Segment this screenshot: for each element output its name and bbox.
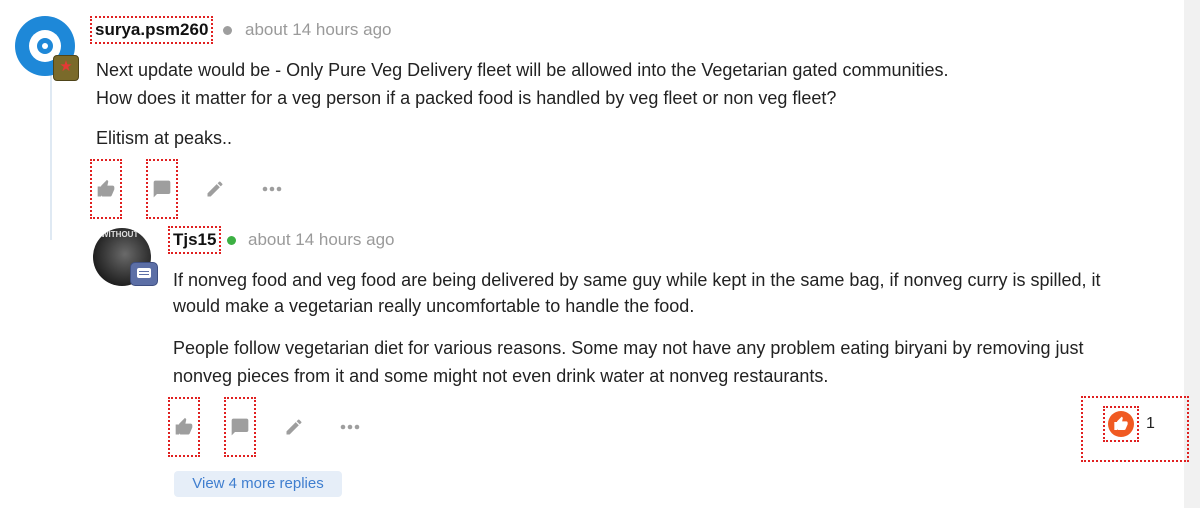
comment-text: nonveg pieces from it and some might not… — [173, 366, 829, 386]
username[interactable]: surya.psm260 — [89, 16, 214, 44]
reaction-count[interactable]: 1 — [1146, 414, 1155, 434]
comment-text: If nonveg food and veg food are being de… — [173, 270, 1101, 290]
reaction-button[interactable] — [1103, 406, 1139, 442]
reply-button[interactable] — [224, 397, 256, 457]
pencil-icon — [207, 181, 223, 197]
rank-badge-icon: ★ — [53, 55, 79, 81]
comment-text: People follow vegetarian diet for variou… — [173, 338, 1084, 358]
edit-button[interactable] — [203, 177, 227, 201]
like-button[interactable] — [168, 397, 200, 457]
status-dot — [223, 26, 232, 35]
comment-text: How does it matter for a veg person if a… — [96, 88, 837, 108]
like-button[interactable] — [90, 159, 122, 219]
comment-icon — [231, 418, 249, 436]
more-button[interactable] — [260, 179, 284, 199]
more-horizontal-icon — [262, 186, 282, 192]
online-status-dot — [227, 236, 236, 245]
comment-text: Next update would be - Only Pure Veg Del… — [96, 60, 949, 80]
timestamp[interactable]: about 14 hours ago — [248, 229, 395, 251]
pencil-icon — [286, 419, 302, 435]
comment-text: Elitism at peaks.. — [96, 128, 233, 148]
more-horizontal-icon — [340, 424, 360, 430]
timestamp[interactable]: about 14 hours ago — [245, 19, 392, 41]
username[interactable]: Tjs15 — [167, 226, 222, 254]
message-badge-icon — [130, 262, 158, 286]
comment-text: would make a vegetarian really uncomfort… — [173, 296, 695, 316]
comment-icon — [153, 180, 171, 198]
thumbs-up-icon — [97, 179, 115, 197]
thread-line — [50, 70, 52, 240]
thumbs-up-reaction-icon — [1108, 411, 1134, 437]
view-more-replies-button[interactable]: View 4 more replies — [174, 471, 342, 497]
more-button[interactable] — [338, 417, 362, 437]
reply-button[interactable] — [146, 159, 178, 219]
edit-button[interactable] — [282, 415, 306, 439]
thumbs-up-icon — [175, 417, 193, 435]
